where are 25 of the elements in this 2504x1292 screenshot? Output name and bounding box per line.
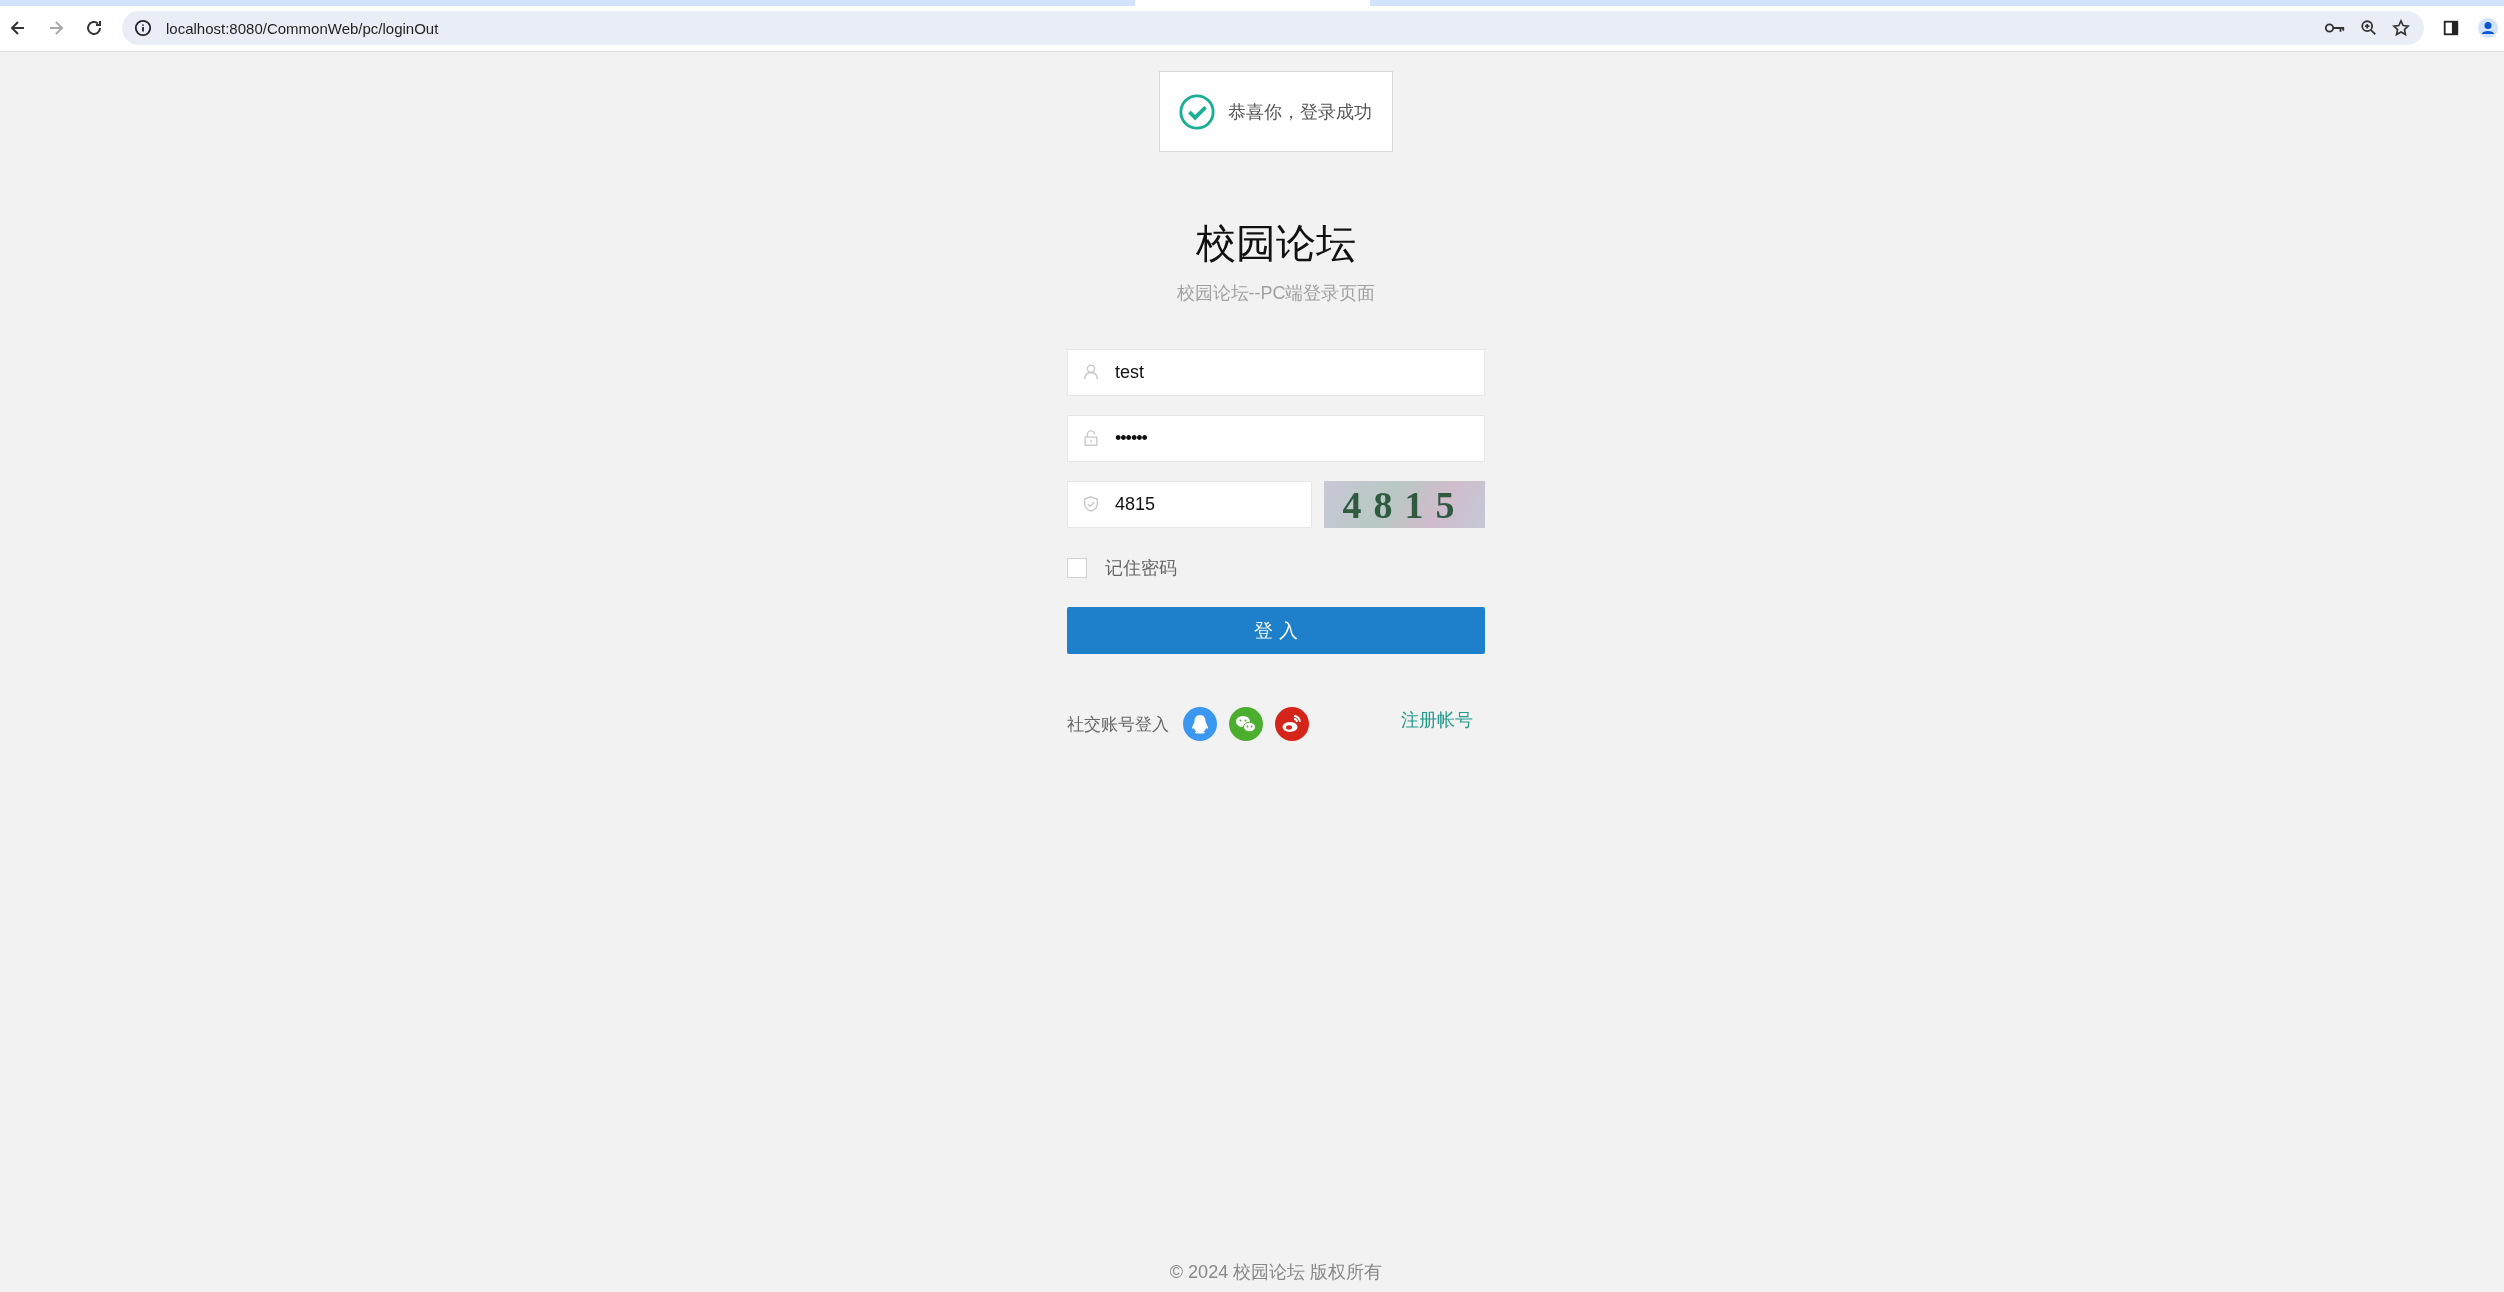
social-login-label: 社交账号登入 bbox=[1067, 713, 1169, 736]
remember-label: 记住密码 bbox=[1105, 557, 1177, 580]
side-panel-icon[interactable] bbox=[2442, 19, 2460, 37]
username-field[interactable]: test bbox=[1067, 349, 1485, 396]
site-subtitle: 校园论坛--PC端登录页面 bbox=[1176, 282, 1376, 305]
address-bar[interactable]: localhost:8080/CommonWeb/pc/loginOut bbox=[122, 11, 2424, 45]
toast-message: 恭喜你，登录成功 bbox=[1228, 100, 1372, 124]
captcha-image[interactable]: 4815 bbox=[1324, 481, 1485, 528]
chat-bubbles-icon[interactable] bbox=[1229, 707, 1263, 741]
copyright-text: © 2024 校园论坛 版权所有 bbox=[1168, 1261, 1384, 1284]
site-title: 校园论坛 bbox=[1196, 220, 1356, 267]
star-icon[interactable] bbox=[2392, 19, 2410, 37]
remember-checkbox[interactable] bbox=[1067, 558, 1087, 578]
password-field[interactable]: •••••• bbox=[1067, 415, 1485, 462]
check-circle-icon bbox=[1178, 92, 1216, 131]
captcha-field[interactable]: 4815 bbox=[1067, 481, 1312, 528]
login-button[interactable]: 登 入 bbox=[1067, 607, 1485, 654]
key-icon[interactable] bbox=[2324, 21, 2346, 35]
eye-logo-icon[interactable] bbox=[1275, 707, 1309, 741]
info-icon[interactable] bbox=[134, 19, 152, 37]
url-text: localhost:8080/CommonWeb/pc/loginOut bbox=[166, 19, 439, 37]
reload-icon[interactable] bbox=[84, 18, 104, 38]
profile-icon[interactable] bbox=[2478, 18, 2498, 38]
penguin-icon[interactable] bbox=[1183, 707, 1217, 741]
zoom-icon[interactable] bbox=[2360, 19, 2378, 37]
